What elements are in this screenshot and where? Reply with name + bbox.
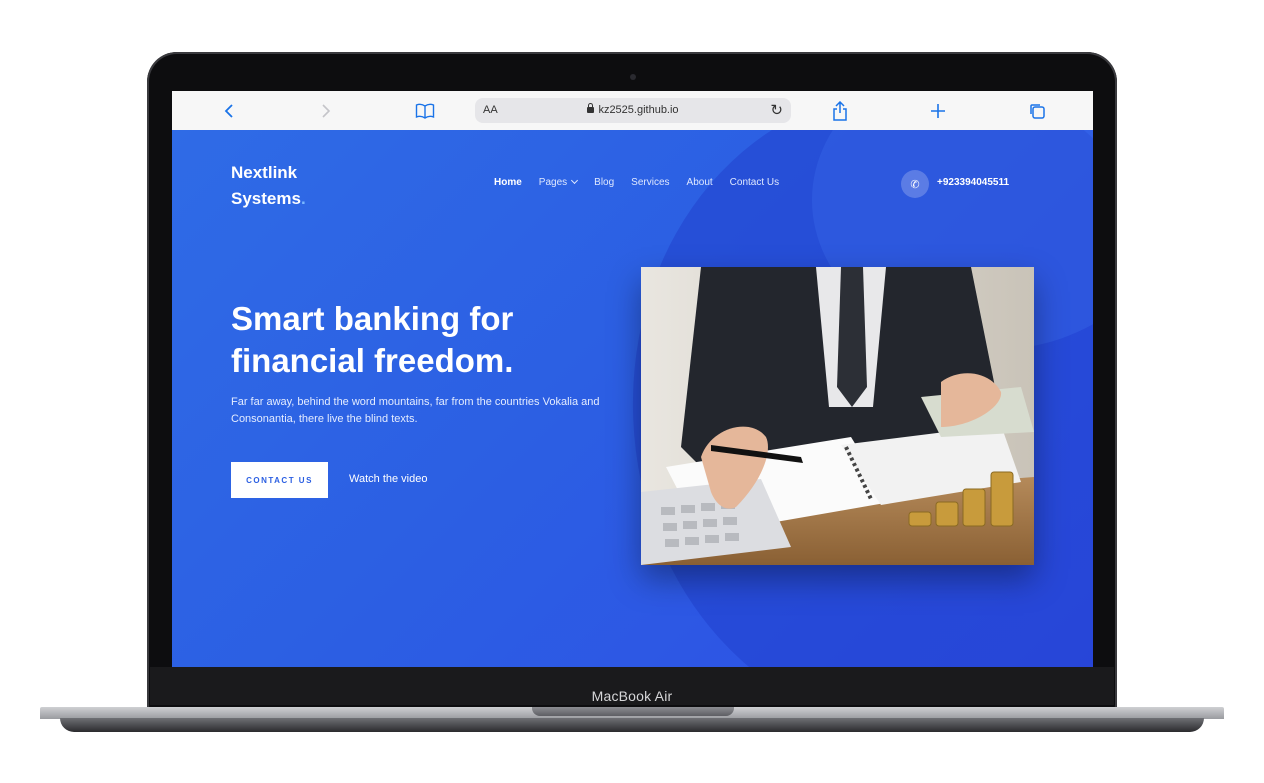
hero-subtext: Far far away, behind the word mountains,… <box>231 396 600 425</box>
nav-contact-us[interactable]: Contact Us <box>730 177 779 188</box>
url-text: kz2525.github.io <box>598 104 679 116</box>
plus-icon <box>931 104 945 118</box>
laptop-screen: AA kz2525.github.io ↻ Nextlink Systems. … <box>172 91 1093 667</box>
phone-icon[interactable]: ✆ <box>901 170 929 198</box>
watch-video-link[interactable]: Watch the video <box>349 473 427 485</box>
forward-button[interactable] <box>314 99 338 123</box>
phone-number[interactable]: +923394045511 <box>937 177 1009 188</box>
bookmarks-button[interactable] <box>413 99 437 123</box>
laptop-notch <box>532 707 734 716</box>
tabs-icon <box>1030 104 1045 119</box>
nav-about[interactable]: About <box>687 177 713 188</box>
logo-line-2: Systems <box>231 189 301 208</box>
headline-line-2: financial freedom. <box>231 342 514 379</box>
back-button[interactable] <box>217 99 241 123</box>
chevron-down-icon <box>571 176 579 185</box>
hero-headline: Smart banking for financial freedom. <box>231 298 591 382</box>
chevron-left-icon <box>224 104 233 118</box>
logo-dot: . <box>300 189 306 208</box>
new-tab-button[interactable] <box>926 99 950 123</box>
reload-icon[interactable]: ↻ <box>770 101 783 119</box>
nav-services[interactable]: Services <box>631 177 669 188</box>
hero-image <box>641 267 1034 565</box>
camera-icon <box>630 74 636 80</box>
book-icon <box>415 103 435 119</box>
url-display[interactable]: kz2525.github.io <box>475 103 791 116</box>
nav-blog[interactable]: Blog <box>594 177 614 188</box>
site-logo[interactable]: Nextlink Systems. <box>231 160 306 212</box>
hero-section: Nextlink Systems. Home Pages Blog Servic… <box>172 130 1093 667</box>
lock-icon <box>587 103 595 113</box>
banking-photo <box>641 267 1034 565</box>
contact-us-button[interactable]: CONTACT US <box>231 462 328 498</box>
main-nav: Home Pages Blog Services About Contact U… <box>494 176 779 188</box>
browser-toolbar: AA kz2525.github.io ↻ <box>172 91 1093 131</box>
laptop-base-shadow <box>60 718 1204 732</box>
nav-home[interactable]: Home <box>494 177 522 188</box>
chevron-right-icon <box>322 104 331 118</box>
device-model-label: MacBook Air <box>591 688 673 704</box>
share-button[interactable] <box>828 99 852 123</box>
nav-pages-label: Pages <box>538 177 568 188</box>
headline-line-1: Smart banking for <box>231 300 514 337</box>
logo-line-1: Nextlink <box>231 163 298 182</box>
tabs-button[interactable] <box>1025 99 1049 123</box>
share-icon <box>833 101 847 121</box>
nav-pages[interactable]: Pages <box>538 176 579 188</box>
address-bar[interactable]: AA kz2525.github.io ↻ <box>475 98 791 123</box>
